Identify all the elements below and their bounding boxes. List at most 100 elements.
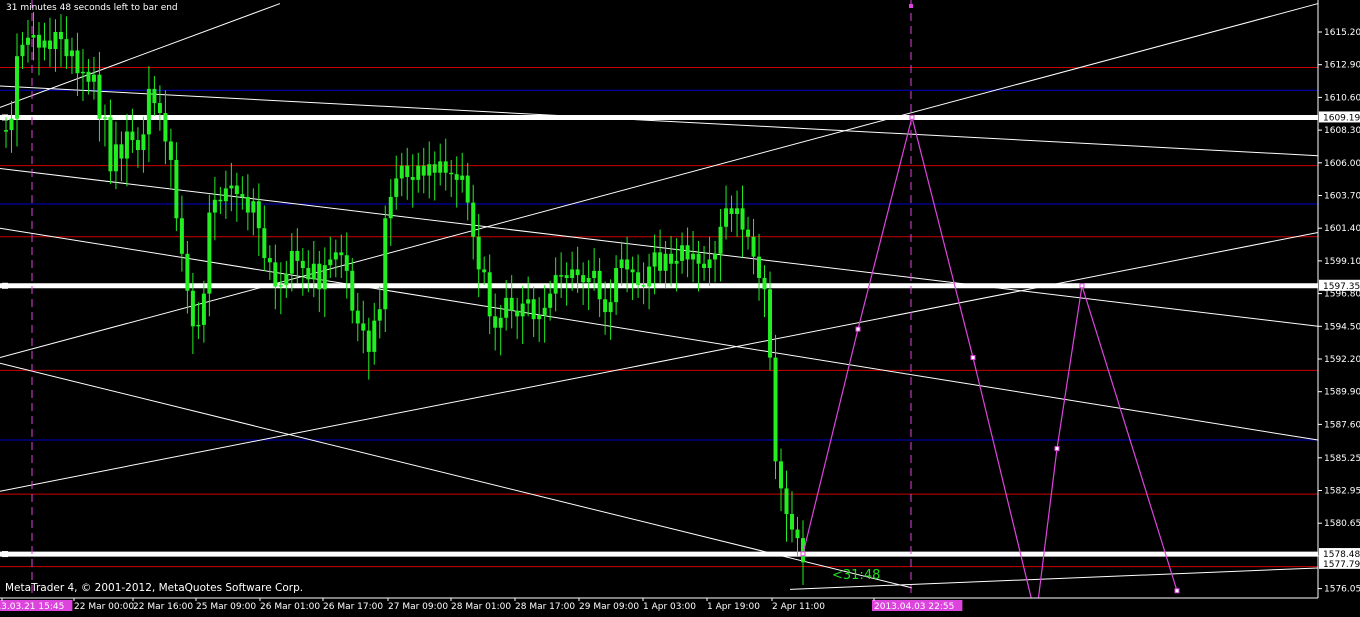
candle-body	[383, 218, 388, 310]
price-chart[interactable]: 1615.20 1612.90 1610.60 1608.30 1606.00 1603.…	[0, 0, 1360, 617]
candle-body	[196, 324, 201, 327]
candle-body	[482, 269, 487, 273]
bar-timer-text: 31 minutes 48 seconds left to bar end	[6, 3, 178, 13]
candle-body	[674, 260, 679, 264]
time-tick-label: 22 Mar 00:00	[74, 602, 134, 612]
candle-body	[707, 259, 712, 269]
price-badge-label: 1609.19	[1323, 113, 1360, 123]
candle-body	[416, 165, 421, 180]
candle-body	[152, 88, 157, 104]
candle-body	[515, 310, 520, 317]
candle-body	[553, 275, 558, 294]
candle-body	[592, 270, 597, 278]
time-tick-label: 1 Apr 03:00	[643, 602, 696, 612]
candle-body	[278, 285, 283, 287]
candle-body	[80, 71, 85, 74]
candle-body	[212, 199, 217, 213]
candle-body	[740, 208, 745, 230]
price-tick-label: 1608.30	[1324, 126, 1360, 136]
candle-body	[795, 529, 800, 539]
candle-body	[163, 113, 168, 142]
candle-body	[471, 202, 476, 237]
candle-body	[333, 252, 338, 260]
time-tick-label: 26 Mar 01:00	[260, 602, 320, 612]
candle-body	[157, 103, 162, 114]
candle-body	[58, 32, 63, 40]
candle-body	[251, 201, 256, 213]
candle-body	[625, 259, 630, 270]
candle-body	[328, 259, 333, 266]
candle-body	[746, 229, 751, 237]
candle-body	[432, 164, 437, 173]
time-tick-label: 22 Mar 16:00	[133, 602, 193, 612]
projection-point	[855, 326, 861, 332]
candle-body	[267, 258, 272, 263]
candle-body	[284, 273, 289, 286]
price-badge-label: 1597.35	[1323, 282, 1360, 292]
candle-body	[322, 265, 327, 290]
candle-body	[773, 357, 778, 462]
candle-body	[784, 488, 789, 514]
candle-body	[724, 208, 729, 227]
projection-point	[1054, 446, 1060, 452]
candle-body	[454, 174, 459, 180]
candle-body	[614, 268, 619, 303]
candle-body	[405, 165, 410, 178]
price-tick-label: 1592.20	[1324, 355, 1360, 365]
time-badge-label: 2013.03.21 15:45	[0, 602, 64, 612]
candle-body	[559, 275, 564, 277]
price-tick-label: 1615.20	[1324, 28, 1360, 38]
level-handle	[2, 551, 8, 558]
candle-body	[581, 275, 586, 283]
time-tick-label: 26 Mar 17:00	[323, 602, 383, 612]
candle-body	[141, 134, 146, 151]
countdown-label: <31:48	[832, 568, 881, 583]
candle-body	[201, 293, 206, 325]
time-tick-label: 25 Mar 09:00	[196, 602, 256, 612]
candle-body	[570, 269, 575, 278]
candle-body	[603, 299, 608, 313]
candle-body	[256, 201, 261, 229]
candle-body	[366, 330, 371, 352]
candle-body	[47, 40, 52, 50]
candle-body	[762, 277, 767, 290]
candle-body	[669, 253, 674, 264]
candle-body	[185, 253, 190, 291]
candle-body	[663, 253, 668, 271]
candle-body	[91, 74, 96, 82]
candle-body	[306, 268, 311, 280]
price-tick-label: 1585.25	[1324, 454, 1360, 464]
candle-body	[75, 50, 80, 74]
candle-body	[344, 255, 349, 271]
candle-body	[476, 236, 481, 270]
candle-body	[702, 263, 707, 269]
candle-body	[69, 50, 74, 57]
time-tick-label: 28 Mar 17:00	[515, 602, 575, 612]
price-badge-label: 1577.79	[1323, 560, 1360, 570]
candle-body	[300, 260, 305, 269]
candle-body	[443, 161, 448, 173]
price-tick-label: 1594.50	[1324, 322, 1360, 332]
candle-body	[460, 175, 465, 180]
candle-body	[234, 185, 239, 195]
candle-body	[311, 263, 316, 280]
candle-body	[768, 289, 773, 358]
price-tick-label: 1582.95	[1324, 487, 1360, 497]
candle-body	[465, 175, 470, 203]
candle-body	[179, 218, 184, 254]
candle-body	[421, 165, 426, 176]
candle-body	[124, 131, 129, 159]
projection-point	[970, 355, 976, 361]
candle-body	[130, 131, 135, 141]
price-tick-label: 1576.05	[1324, 585, 1360, 595]
projection-point	[1079, 283, 1085, 289]
candle-body	[207, 212, 212, 294]
time-badge-label: 2013.04.03 22:55	[874, 602, 954, 612]
time-tick-label: 29 Mar 09:00	[579, 602, 639, 612]
candle-body	[64, 39, 69, 57]
candle-body	[779, 461, 784, 489]
candle-body	[757, 256, 762, 278]
chart-window[interactable]: 1615.20 1612.90 1610.60 1608.30 1606.00 1603.…	[0, 0, 1360, 617]
candle-body	[245, 196, 250, 213]
candle-body	[36, 34, 41, 48]
